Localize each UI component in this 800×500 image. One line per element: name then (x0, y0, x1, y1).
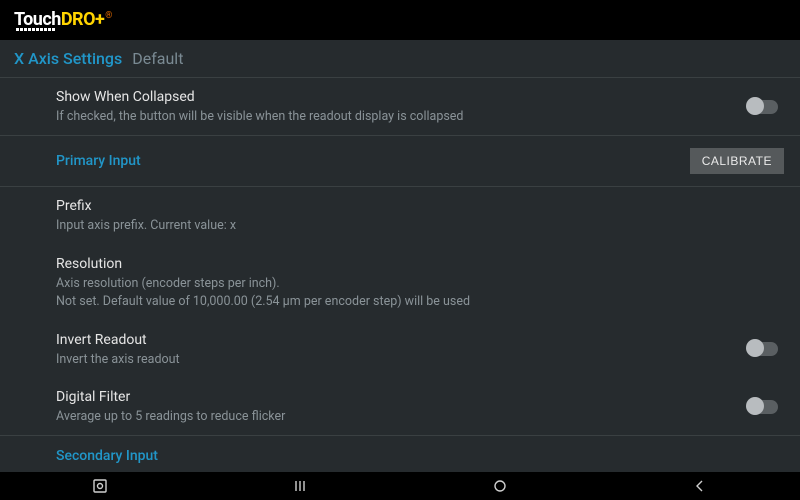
brand-trademark: ® (105, 11, 112, 21)
section-label: Primary Input (56, 153, 690, 169)
setting-desc: Average up to 5 readings to reduce flick… (56, 408, 784, 426)
setting-desc: If checked, the button will be visible w… (56, 108, 784, 126)
setting-title: Show When Collapsed (56, 88, 784, 107)
settings-list[interactable]: Show When Collapsed If checked, the butt… (0, 78, 800, 472)
nav-screenshot-icon[interactable] (92, 478, 108, 494)
settings-header: X Axis Settings Default (0, 40, 800, 78)
setting-prefix[interactable]: Prefix Input axis prefix. Current value:… (0, 187, 800, 244)
setting-resolution[interactable]: Resolution Axis resolution (encoder step… (0, 245, 800, 321)
setting-title: Invert Readout (56, 331, 784, 350)
setting-show-when-collapsed[interactable]: Show When Collapsed If checked, the butt… (0, 78, 800, 136)
android-navbar (0, 472, 800, 500)
section-secondary-input: Secondary Input (0, 436, 800, 472)
app-bar: TouchDRO+® (0, 0, 800, 40)
page-subtitle: Default (132, 49, 183, 68)
nav-home-icon[interactable] (492, 478, 508, 494)
toggle-digital-filter[interactable] (748, 400, 778, 414)
brand-part1: Touch (14, 9, 61, 30)
nav-recents-icon[interactable] (292, 478, 308, 494)
setting-title: Prefix (56, 197, 784, 216)
setting-digital-filter[interactable]: Digital Filter Average up to 5 readings … (0, 378, 800, 436)
section-primary-input: Primary Input CALIBRATE (0, 136, 800, 187)
toggle-show-when-collapsed[interactable] (748, 100, 778, 114)
page-title: X Axis Settings (14, 49, 122, 68)
section-label: Secondary Input (56, 448, 784, 464)
setting-desc: Invert the axis readout (56, 351, 784, 369)
calibrate-button[interactable]: CALIBRATE (690, 148, 784, 174)
nav-back-icon[interactable] (692, 478, 708, 494)
setting-title: Digital Filter (56, 388, 784, 407)
brand-part2: DRO (61, 9, 95, 30)
setting-desc-line2: Not set. Default value of 10,000.00 (2.5… (56, 293, 784, 311)
setting-invert-readout[interactable]: Invert Readout Invert the axis readout (0, 321, 800, 378)
toggle-invert-readout[interactable] (748, 342, 778, 356)
setting-desc-line1: Axis resolution (encoder steps per inch)… (56, 275, 784, 293)
brand-underline (16, 28, 111, 31)
setting-title: Resolution (56, 255, 784, 274)
brand-logo: TouchDRO+® (14, 9, 111, 31)
setting-desc: Input axis prefix. Current value: x (56, 217, 784, 235)
brand-plus: + (95, 9, 104, 30)
